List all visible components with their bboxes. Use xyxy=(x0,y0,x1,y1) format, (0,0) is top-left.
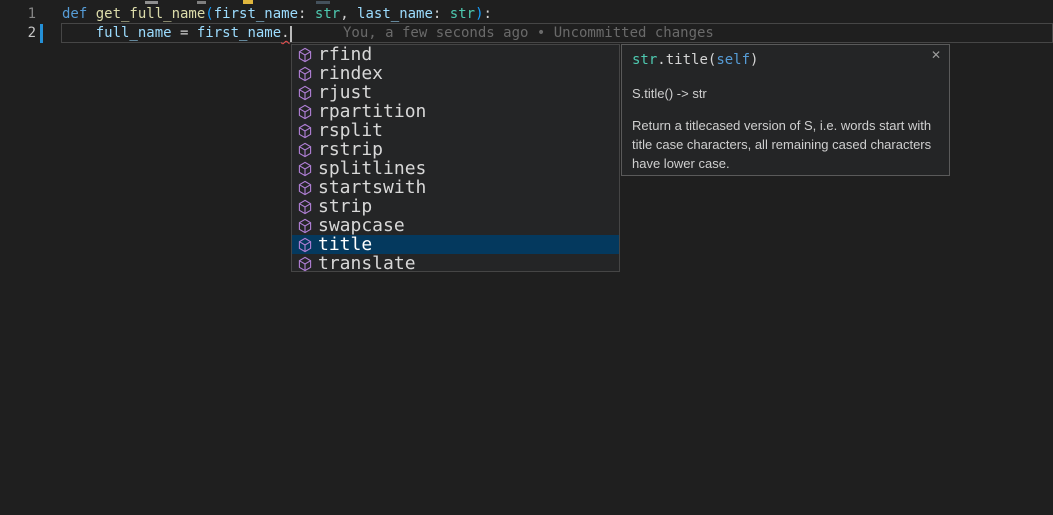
suggestion-label: startswith xyxy=(318,178,426,197)
suggestion-label: rfind xyxy=(318,45,372,64)
breadcrumb-fragment xyxy=(316,1,330,4)
suggestion-item[interactable]: translate xyxy=(292,254,619,273)
suggest-details-panel: str.title(self) ✕ S.title() -> str Retur… xyxy=(621,44,950,176)
suggestion-label: title xyxy=(318,235,372,254)
code-line-2[interactable]: full_name = first_name. xyxy=(62,24,292,43)
suggestion-label: rstrip xyxy=(318,140,383,159)
method-icon xyxy=(297,237,313,253)
suggestion-item[interactable]: rindex xyxy=(292,64,619,83)
breadcrumb-fragment xyxy=(197,1,206,4)
line-number-1: 1 xyxy=(0,5,36,24)
suggestion-item[interactable]: rstrip xyxy=(292,140,619,159)
doc-description: Return a titlecased version of S, i.e. w… xyxy=(632,116,941,173)
method-icon xyxy=(297,161,313,177)
close-icon[interactable]: ✕ xyxy=(931,48,941,62)
suggestion-label: translate xyxy=(318,254,416,273)
suggestion-item-selected[interactable]: title xyxy=(292,235,619,254)
doc-summary: S.title() -> str xyxy=(632,84,939,103)
editor-viewport: 1 2 def get_full_name(first_name: str, l… xyxy=(0,0,1053,515)
suggestion-label: splitlines xyxy=(318,159,426,178)
suggestion-item[interactable]: rjust xyxy=(292,83,619,102)
suggest-widget: rfindrindexrjustrpartitionrsplitrstripsp… xyxy=(291,44,620,272)
suggestion-label: rsplit xyxy=(318,121,383,140)
doc-signature: str.title(self) xyxy=(632,51,939,70)
method-icon xyxy=(297,180,313,196)
suggestion-item[interactable]: rpartition xyxy=(292,102,619,121)
suggestion-label: swapcase xyxy=(318,216,405,235)
code-line-1[interactable]: def get_full_name(first_name: str, last_… xyxy=(62,5,492,24)
git-blame-annotation: You, a few seconds ago • Uncommitted cha… xyxy=(343,24,714,43)
suggestion-item[interactable]: startswith xyxy=(292,178,619,197)
suggestion-label: rpartition xyxy=(318,102,426,121)
suggestion-list: rfindrindexrjustrpartitionrsplitrstripsp… xyxy=(292,45,619,273)
method-icon xyxy=(297,256,313,272)
method-icon xyxy=(297,66,313,82)
method-icon xyxy=(297,104,313,120)
method-icon xyxy=(297,47,313,63)
method-icon xyxy=(297,218,313,234)
suggestion-label: rjust xyxy=(318,83,372,102)
suggestion-item[interactable]: strip xyxy=(292,197,619,216)
suggestion-label: strip xyxy=(318,197,372,216)
method-icon xyxy=(297,142,313,158)
breadcrumb-fragment xyxy=(145,1,158,4)
suggestion-label: rindex xyxy=(318,64,383,83)
code-line-1-tokens: def get_full_name(first_name: str, last_… xyxy=(62,6,492,22)
method-icon xyxy=(297,199,313,215)
suggestion-item[interactable]: splitlines xyxy=(292,159,619,178)
suggestion-item[interactable]: rfind xyxy=(292,45,619,64)
method-icon xyxy=(297,123,313,139)
suggestion-item[interactable]: rsplit xyxy=(292,121,619,140)
line-number-2: 2 xyxy=(0,24,36,43)
method-icon xyxy=(297,85,313,101)
breadcrumb-fragment xyxy=(243,0,253,4)
code-line-2-tokens: full_name = first_name. xyxy=(62,25,290,41)
text-cursor xyxy=(290,26,292,42)
modified-line-indicator xyxy=(40,24,43,43)
suggestion-item[interactable]: swapcase xyxy=(292,216,619,235)
